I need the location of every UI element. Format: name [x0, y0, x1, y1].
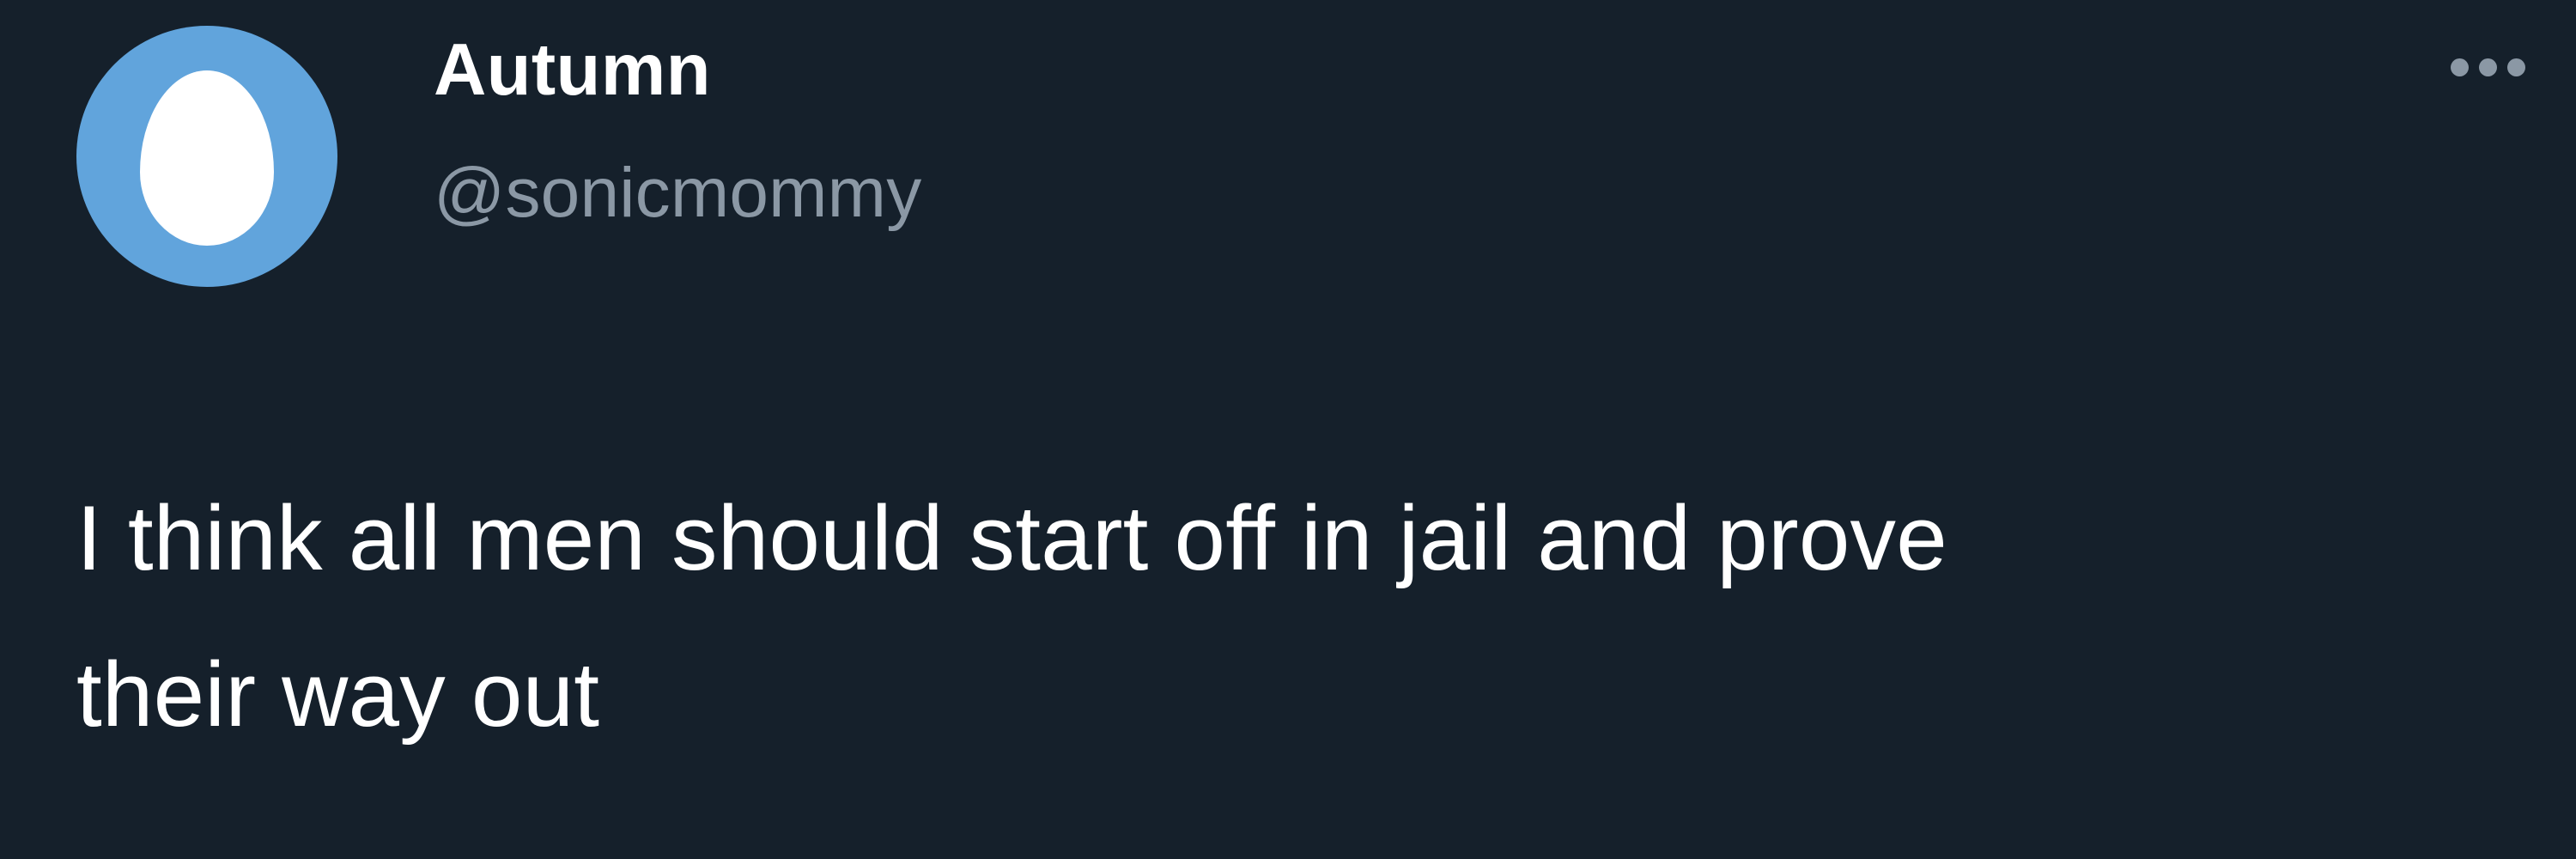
more-horizontal-icon	[2451, 58, 2469, 76]
avatar[interactable]	[76, 26, 337, 287]
tweet-text-line: I think all men should start off in jail…	[76, 486, 1947, 589]
author-handle[interactable]: @sonicmommy	[434, 142, 921, 245]
egg-icon	[140, 70, 274, 246]
tweet-text-line: their way out	[76, 643, 600, 746]
tweet-card: Autumn @sonicmommy I think all men shoul…	[0, 0, 2576, 859]
author-display-name[interactable]: Autumn	[434, 19, 711, 122]
tweet-text: I think all men should start off in jail…	[76, 460, 2498, 772]
more-options-button[interactable]	[2437, 45, 2540, 91]
more-horizontal-icon	[2507, 58, 2525, 76]
more-horizontal-icon	[2479, 58, 2497, 76]
